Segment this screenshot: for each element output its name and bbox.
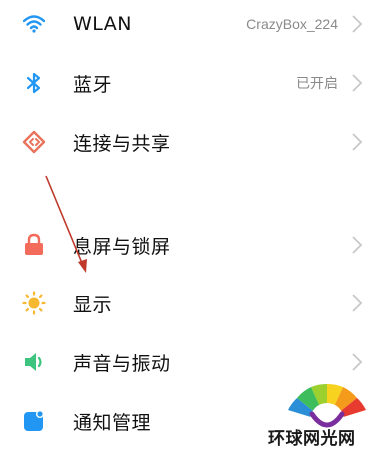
watermark-text: 环球网光网 bbox=[268, 429, 356, 449]
settings-item-label: 连接与共享 bbox=[73, 132, 171, 155]
notification-icon bbox=[22, 409, 46, 433]
settings-item-connection-sharing[interactable]: 连接与共享 bbox=[0, 113, 390, 171]
chevron-right-icon bbox=[352, 133, 363, 151]
settings-item-display[interactable]: 显示 bbox=[0, 274, 390, 332]
settings-item-value: 已开启 bbox=[296, 75, 338, 91]
settings-item-wlan[interactable]: WLAN CrazyBox_224 bbox=[0, 0, 390, 53]
chevron-right-icon bbox=[352, 236, 363, 254]
settings-item-lock-screen[interactable]: 息屏与锁屏 bbox=[0, 216, 390, 274]
settings-item-label: 息屏与锁屏 bbox=[73, 235, 171, 258]
settings-item-label: 声音与振动 bbox=[73, 352, 171, 375]
share-icon bbox=[22, 130, 46, 154]
chevron-right-icon bbox=[352, 294, 363, 312]
lock-icon bbox=[22, 233, 46, 257]
settings-item-label: WLAN bbox=[73, 13, 133, 35]
settings-item-bluetooth[interactable]: 蓝牙 已开启 bbox=[0, 54, 390, 112]
settings-item-label: 蓝牙 bbox=[73, 73, 113, 96]
chevron-right-icon bbox=[352, 15, 363, 33]
chevron-right-icon bbox=[352, 74, 363, 92]
settings-item-label: 通知管理 bbox=[73, 411, 152, 434]
settings-item-label: 显示 bbox=[73, 293, 113, 316]
settings-item-value: CrazyBox_224 bbox=[246, 16, 338, 32]
bluetooth-icon bbox=[22, 71, 46, 95]
sun-icon bbox=[22, 291, 46, 315]
wifi-icon bbox=[22, 12, 46, 36]
speaker-icon bbox=[22, 350, 46, 374]
chevron-right-icon bbox=[352, 353, 363, 371]
